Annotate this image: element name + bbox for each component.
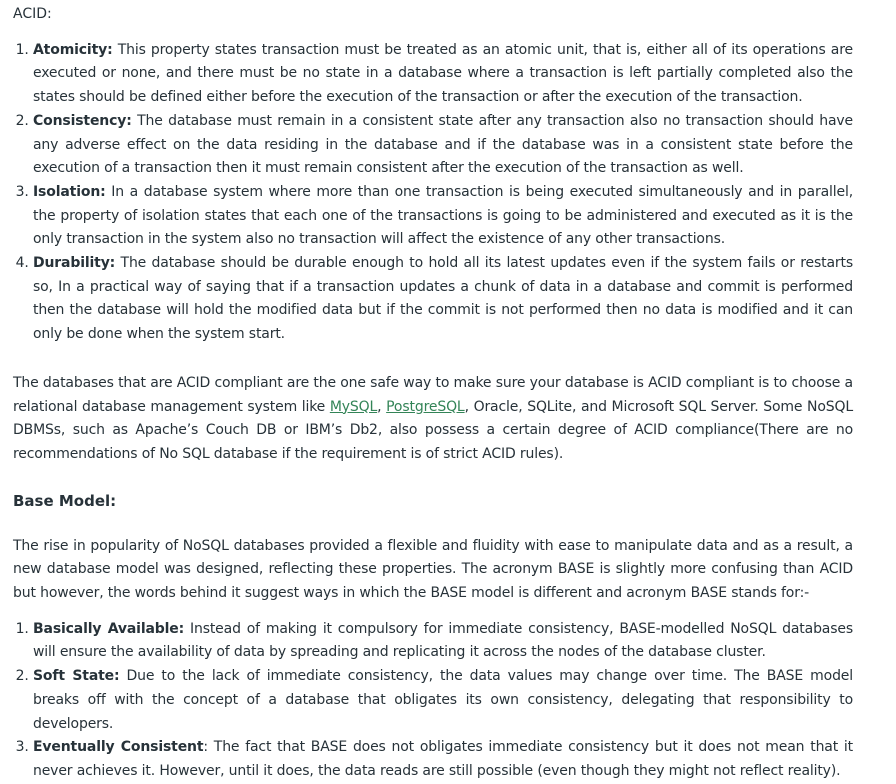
term-durability: Durability: (33, 255, 116, 272)
list-item-soft-state: Soft State: Due to the lack of immediate… (33, 665, 853, 736)
text-consistency: The database must remain in a consistent… (33, 112, 853, 177)
list-item-eventually-consistent: Eventually Consistent: The fact that BAS… (33, 736, 853, 783)
term-basically-available: Basically Available: (33, 620, 185, 637)
term-isolation: Isolation: (33, 183, 106, 200)
acid-list: Atomicity: This property states transact… (13, 39, 853, 347)
compliance-paragraph: The databases that are ACID compliant ar… (13, 372, 853, 467)
term-atomicity: Atomicity: (33, 41, 113, 58)
acid-intro: ACID: (13, 6, 52, 22)
term-soft-state: Soft State: (33, 668, 120, 685)
text-durability: The database should be durable enough to… (33, 255, 853, 343)
base-paragraph: The rise in popularity of NoSQL database… (13, 537, 853, 602)
compliance-separator: , (377, 398, 387, 415)
text-atomicity: This property states transaction must be… (33, 41, 853, 106)
list-item-basically-available: Basically Available: Instead of making i… (33, 618, 853, 665)
mysql-link[interactable]: MySQL (330, 399, 377, 415)
base-model-heading: Base Model: (13, 491, 117, 510)
term-consistency: Consistency: (33, 112, 132, 129)
list-item-atomicity: Atomicity: This property states transact… (33, 39, 853, 110)
postgresql-link[interactable]: PostgreSQL (386, 399, 465, 415)
list-item-durability: Durability: The database should be durab… (33, 252, 853, 347)
base-list: Basically Available: Instead of making i… (13, 618, 853, 784)
text-soft-state: Due to the lack of immediate consistency… (33, 668, 854, 732)
article-body: ACID: Atomicity: This property states tr… (0, 0, 866, 784)
list-item-isolation: Isolation: In a database system where mo… (33, 181, 853, 252)
term-eventually-consistent: Eventually Consistent (33, 739, 204, 756)
list-item-consistency: Consistency: The database must remain in… (33, 110, 853, 181)
text-isolation: In a database system where more than one… (33, 183, 853, 248)
